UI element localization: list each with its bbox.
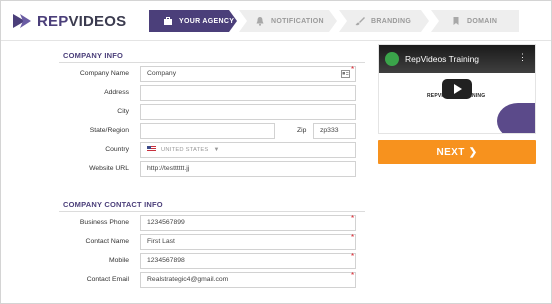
zip-input[interactable]: zp333 [313,123,356,139]
brush-icon [355,16,365,26]
logo[interactable]: REPVIDEOS [11,11,126,31]
step-label: BRANDING [371,17,412,25]
bookmark-icon [453,17,459,25]
business-phone-input[interactable]: 1234567899 [140,215,356,231]
step-domain[interactable]: DOMAIN [431,10,519,32]
section-divider [59,62,365,63]
section-divider [59,211,365,212]
step-branding[interactable]: BRANDING [339,10,429,32]
required-marker: * [351,252,355,261]
step-your-agency[interactable]: YOUR AGENCY [149,10,237,32]
mobile-label: Mobile [108,257,129,264]
state-input[interactable] [140,123,275,139]
app-frame: REPVIDEOS YOUR AGENCY NOTIFICATION BRAND… [0,0,552,304]
address-label: Address [104,89,129,96]
chevron-down-icon: ▼ [213,147,220,153]
city-label: City [117,108,129,115]
training-video[interactable]: RepVideos Training ⋮ REPVIDEOS TRAINING [378,44,536,134]
city-input[interactable] [140,104,356,120]
play-logo-icon [13,14,31,28]
video-title[interactable]: RepVideos Training [405,54,479,64]
company-name-label: Company Name [79,70,129,77]
required-marker: * [351,271,355,280]
step-notification[interactable]: NOTIFICATION [239,10,337,32]
country-label: Country [105,146,129,153]
mobile-input[interactable]: 1234567898 [140,253,356,269]
zip-label: Zip [297,127,307,134]
channel-avatar[interactable] [385,52,399,66]
website-label: Website URL [89,165,129,172]
contact-name-input[interactable]: First Last [140,234,356,250]
video-title-bar: RepVideos Training ⋮ [379,45,535,73]
address-input[interactable] [140,85,356,101]
bell-icon [255,16,265,26]
next-label: NEXT [436,146,465,158]
step-label: DOMAIN [467,17,498,25]
briefcase-icon [163,16,173,26]
company-info-title: COMPANY INFO [63,51,124,60]
us-flag-icon [147,146,156,153]
required-marker: * [351,65,355,74]
contact-card-icon [341,70,350,78]
video-decoration [497,103,535,133]
chevron-right-icon: ❯ [468,146,478,158]
header: REPVIDEOS YOUR AGENCY NOTIFICATION BRAND… [1,1,551,41]
required-marker: * [351,214,355,223]
contact-info-title: COMPANY CONTACT INFO [63,200,163,209]
contact-name-label: Contact Name [85,238,129,245]
country-value: UNITED STATES [161,147,209,153]
company-name-input[interactable]: Company [140,66,356,82]
business-phone-label: Business Phone [79,219,129,226]
contact-email-label: Contact Email [86,276,129,283]
play-button[interactable] [442,79,472,99]
next-button[interactable]: NEXT ❯ [378,140,536,164]
state-label: State/Region [89,127,129,134]
wizard-steps: YOUR AGENCY NOTIFICATION BRANDING DOMAIN [149,10,519,32]
required-marker: * [351,233,355,242]
country-select[interactable]: UNITED STATES ▼ [140,142,356,158]
step-label: YOUR AGENCY [179,17,235,25]
step-label: NOTIFICATION [271,17,324,25]
contact-email-input[interactable]: Realstrategic4@gmail.com [140,272,356,288]
website-input[interactable]: http://testttttt.jj [140,161,356,177]
more-vertical-icon[interactable]: ⋮ [518,53,527,62]
brand-name: REPVIDEOS [37,12,127,30]
